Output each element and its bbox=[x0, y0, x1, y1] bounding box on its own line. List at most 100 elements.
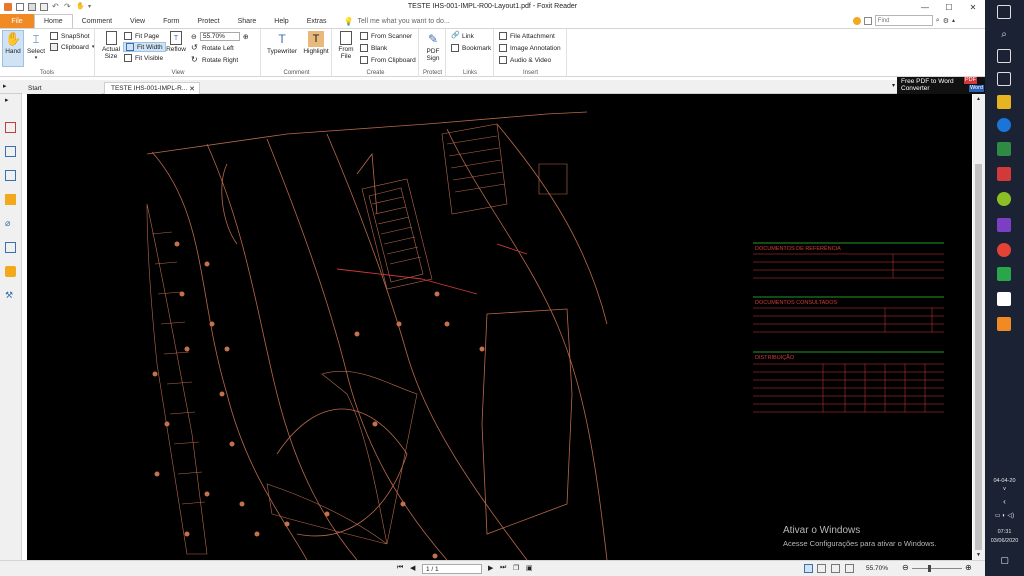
document-canvas[interactable]: DOCUMENTOS DE REFERÊNCIA DOCUMENTOS CONS… bbox=[27, 94, 972, 560]
single-page-view-icon[interactable] bbox=[804, 564, 813, 573]
continuous-view-icon[interactable] bbox=[817, 564, 826, 573]
chevron-down-icon[interactable]: ˅ bbox=[985, 487, 1024, 493]
tab-help[interactable]: Help bbox=[265, 14, 297, 28]
from-file-button[interactable]: From File bbox=[336, 31, 356, 60]
white-app-icon[interactable] bbox=[997, 292, 1011, 306]
blank-button[interactable]: Blank bbox=[360, 44, 387, 52]
attachments-panel-icon[interactable]: ⌀ bbox=[5, 218, 16, 229]
hand-button[interactable]: ✋ Hand bbox=[2, 30, 24, 67]
search-icon[interactable]: ⌕ bbox=[997, 28, 1011, 42]
bookmarks-panel-icon[interactable] bbox=[5, 122, 16, 133]
file-explorer-icon[interactable] bbox=[997, 72, 1011, 86]
pdf-sign-button[interactable]: ✎ PDF Sign bbox=[422, 31, 444, 62]
link-button[interactable]: 🔗 Link bbox=[451, 32, 474, 40]
prev-page-icon[interactable]: ◀ bbox=[410, 564, 415, 572]
customize-dropdown-icon[interactable]: ▾ bbox=[88, 3, 96, 11]
tray-expand-icon[interactable]: ‹ bbox=[985, 497, 1024, 506]
page-number-input[interactable]: 1 / 1 bbox=[422, 564, 482, 574]
green-app-icon[interactable] bbox=[997, 267, 1011, 281]
scrollbar-thumb[interactable] bbox=[975, 164, 982, 550]
rotate-left-button[interactable]: ↺ Rotate Left bbox=[191, 44, 234, 52]
fit-page-button[interactable]: Fit Page bbox=[124, 32, 159, 40]
folder-icon[interactable] bbox=[997, 95, 1011, 109]
rotate-right-button[interactable]: ↻ Rotate Right bbox=[191, 56, 238, 64]
select-button[interactable]: ⌶ Select ▾ bbox=[26, 31, 46, 61]
vertical-scrollbar[interactable]: ▲ ▼ bbox=[973, 94, 985, 560]
facing-view-icon[interactable] bbox=[831, 564, 840, 573]
maximize-button[interactable]: ☐ bbox=[937, 0, 961, 14]
clipboard-button[interactable]: Clipboard ▾ bbox=[50, 43, 94, 51]
redo-icon[interactable]: ↷ bbox=[64, 3, 72, 11]
tabs-dropdown-icon[interactable]: ▾ bbox=[892, 82, 895, 89]
highlight-button[interactable]: T Highlight bbox=[302, 31, 330, 55]
nav-back-icon[interactable]: ▸ bbox=[3, 82, 7, 90]
tell-me-box[interactable]: 💡 Tell me what you want to do... bbox=[336, 14, 450, 28]
hs-app-icon[interactable] bbox=[997, 192, 1011, 206]
zoom-input[interactable]: 55.70% bbox=[199, 32, 240, 41]
tab-view[interactable]: View bbox=[121, 14, 154, 28]
notifications-icon[interactable]: ▢ bbox=[985, 555, 1024, 566]
tab-home[interactable]: Home bbox=[34, 14, 73, 28]
copy-page-icon[interactable]: ❐ bbox=[513, 564, 519, 572]
tools-panel-icon[interactable]: ⚒ bbox=[5, 290, 16, 301]
audio-video-button[interactable]: Audio & Video bbox=[499, 56, 551, 64]
save-icon[interactable] bbox=[28, 3, 36, 11]
smiley-icon[interactable] bbox=[852, 16, 861, 25]
fit-visible-button[interactable]: Fit Visible bbox=[124, 54, 163, 62]
zoom-slider-thumb[interactable] bbox=[928, 565, 931, 572]
tab-protect[interactable]: Protect bbox=[188, 14, 228, 28]
autocad-icon[interactable] bbox=[997, 167, 1011, 181]
fit-width-button[interactable]: Fit Width bbox=[123, 42, 166, 52]
scroll-down-icon[interactable]: ▼ bbox=[976, 552, 981, 558]
zoom-out-icon[interactable]: ⊖ bbox=[191, 33, 197, 41]
tab-file[interactable]: File bbox=[0, 14, 34, 28]
tab-start[interactable]: Start bbox=[22, 82, 102, 94]
open-icon[interactable] bbox=[16, 3, 24, 11]
next-page-icon[interactable]: ▶ bbox=[488, 564, 493, 572]
pages-panel-icon[interactable] bbox=[5, 146, 16, 157]
app-window-icon[interactable] bbox=[863, 16, 872, 25]
foxit-reader-taskbar-icon[interactable] bbox=[997, 317, 1011, 331]
find-input[interactable]: Find bbox=[874, 15, 933, 26]
fit-view-icon[interactable]: ▣ bbox=[526, 564, 533, 572]
tab-share[interactable]: Share bbox=[229, 14, 266, 28]
collapse-panel-icon[interactable]: ▸ bbox=[5, 96, 16, 107]
settings-icon[interactable]: ⚙ bbox=[943, 17, 949, 25]
tab-extras[interactable]: Extras bbox=[298, 14, 336, 28]
windows-start-icon[interactable] bbox=[997, 5, 1011, 19]
tab-current-document[interactable]: TESTE IHS-001-IMPL-R... ✕ bbox=[104, 82, 200, 94]
snapshot-button[interactable]: SnapShot bbox=[50, 32, 90, 40]
scroll-up-icon[interactable]: ▲ bbox=[976, 96, 981, 102]
visual-studio-icon[interactable] bbox=[997, 218, 1011, 232]
continuous-facing-view-icon[interactable] bbox=[845, 564, 854, 573]
minimize-button[interactable]: — bbox=[913, 0, 937, 14]
tab-form[interactable]: Form bbox=[154, 14, 188, 28]
collapse-ribbon-icon[interactable]: ▴ bbox=[952, 17, 955, 24]
typewriter-button[interactable]: T Typewriter bbox=[266, 31, 298, 55]
task-view-icon[interactable] bbox=[997, 49, 1011, 63]
network-volume-icons[interactable]: ▭ ◐ ◁) bbox=[985, 512, 1024, 519]
from-clipboard-button[interactable]: From Clipboard bbox=[360, 56, 416, 64]
spreadsheet-app-icon[interactable] bbox=[997, 142, 1011, 156]
onedrive-icon[interactable] bbox=[997, 118, 1011, 132]
reflow-button[interactable]: T Reflow bbox=[166, 31, 186, 53]
search-icon[interactable]: ⌕ bbox=[936, 17, 940, 25]
file-attachment-button[interactable]: File Attachment bbox=[499, 32, 555, 40]
undo-icon[interactable]: ↶ bbox=[52, 3, 60, 11]
status-zoom-in-icon[interactable]: ⊕ bbox=[965, 563, 972, 572]
zoom-in-icon[interactable]: ⊕ bbox=[243, 33, 249, 41]
status-zoom-out-icon[interactable]: ⊖ bbox=[902, 563, 909, 572]
first-page-icon[interactable]: ⏮ bbox=[397, 564, 403, 572]
bookmark-button[interactable]: Bookmark bbox=[451, 44, 491, 52]
chrome-icon[interactable] bbox=[997, 243, 1011, 257]
actual-size-button[interactable]: Actual Size bbox=[100, 31, 122, 60]
layers-panel-icon[interactable] bbox=[5, 170, 16, 181]
close-button[interactable]: ✕ bbox=[961, 0, 985, 14]
zoom-slider[interactable] bbox=[912, 568, 962, 569]
comments-panel-icon[interactable] bbox=[5, 194, 16, 205]
hand-tool-icon[interactable]: ✋ bbox=[76, 3, 85, 11]
last-page-icon[interactable]: ⏭ bbox=[500, 564, 506, 572]
from-scanner-button[interactable]: From Scanner bbox=[360, 32, 412, 40]
security-panel-icon[interactable] bbox=[5, 266, 16, 277]
tab-comment[interactable]: Comment bbox=[73, 14, 121, 28]
